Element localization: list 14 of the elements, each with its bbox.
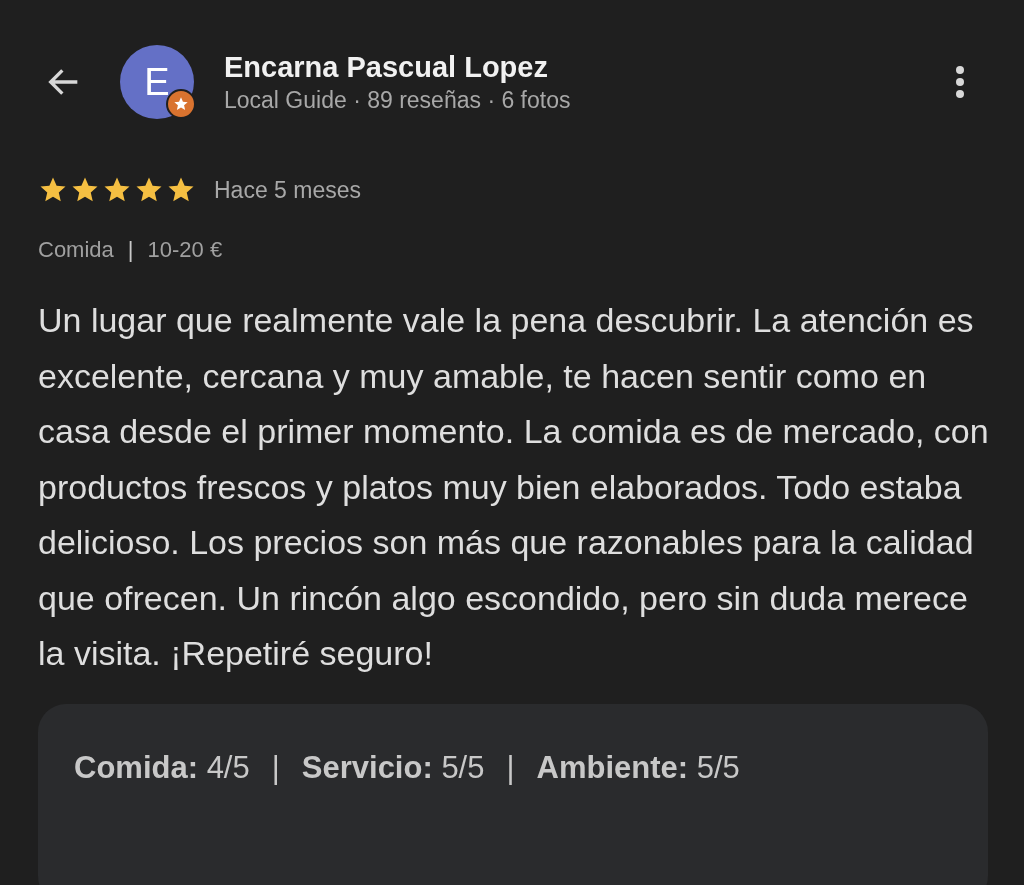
aspect-rating: Ambiente: 5/5 bbox=[536, 749, 740, 786]
review-text: Un lugar que realmente vale la pena descubrir. La atención es excelente, cercana y muy amable, te hacen sentir como en casa desde el primer momento. La comida es de mercado, con productos frescos y platos muy bien elaborados. Todo estaba delicioso. Los precios son más que razonables para la calidad que ofrecen. Un rincón algo escondido, pero sin duda merece la visita. ¡Repetiré seguro! bbox=[38, 300, 990, 674]
review-meta: 10-20 € bbox=[147, 237, 223, 263]
star-badge-icon bbox=[166, 89, 196, 119]
separator: | bbox=[127, 237, 134, 263]
separator: | bbox=[271, 749, 280, 786]
review-time: Hace 5 meses bbox=[214, 176, 361, 204]
avatar: E bbox=[120, 45, 194, 119]
reviewer-info: Local Guide · 89 reseñas · 6 fotos bbox=[224, 86, 572, 115]
reviewer-name: Encarna Pascual Lopez bbox=[224, 50, 549, 85]
separator: | bbox=[506, 749, 515, 786]
review-meta: Comida bbox=[38, 237, 114, 263]
aspect-rating: Comida: 4/5 bbox=[74, 749, 250, 786]
aspect-rating: Servicio: 5/5 bbox=[301, 749, 485, 786]
